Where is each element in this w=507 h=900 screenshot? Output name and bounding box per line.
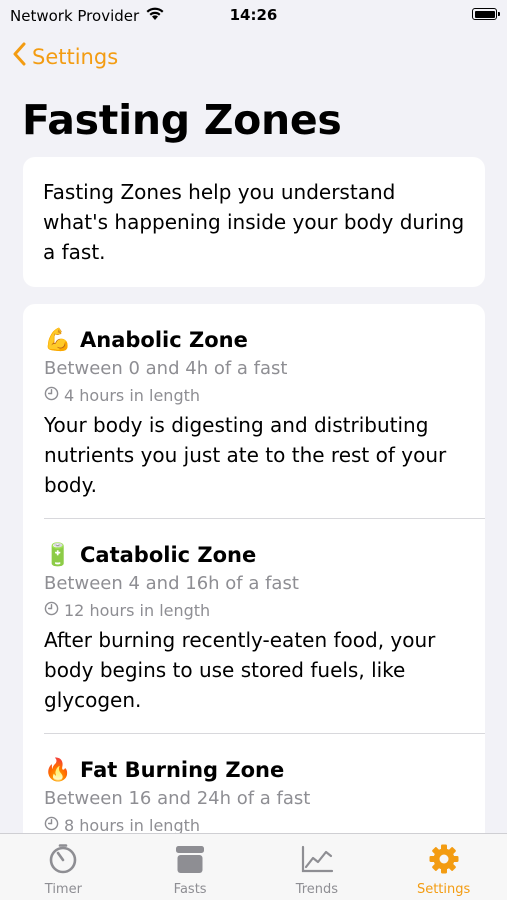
battery-icon xyxy=(472,8,500,20)
zone-name: Anabolic Zone xyxy=(80,328,248,352)
tab-bar: Timer Fasts Trends Settings xyxy=(0,833,507,900)
zone-length-label: 4 hours in length xyxy=(64,385,201,405)
battery-emoji-icon: 🔋 xyxy=(44,542,72,568)
tab-label: Timer xyxy=(44,882,82,897)
chevron-left-icon xyxy=(12,42,26,71)
tab-timer[interactable]: Timer xyxy=(0,834,127,900)
zone-length-label: 12 hours in length xyxy=(64,600,211,620)
zone-title: 🔥 Fat Burning Zone xyxy=(44,754,465,786)
chart-icon xyxy=(300,842,334,876)
clock-icon xyxy=(44,601,59,620)
tab-settings[interactable]: Settings xyxy=(380,834,507,900)
zone-description: Your body is digesting and distributing … xyxy=(44,413,447,497)
tab-trends[interactable]: Trends xyxy=(254,834,381,900)
page-title: Fasting Zones xyxy=(22,96,342,144)
zone-name: Fat Burning Zone xyxy=(80,758,285,782)
back-button-label: Settings xyxy=(32,44,119,69)
tab-fasts[interactable]: Fasts xyxy=(127,834,254,900)
zone-range: Between 16 and 24h of a fast xyxy=(44,788,311,809)
intro-text: Fasting Zones help you understand what's… xyxy=(43,180,465,264)
archive-box-icon xyxy=(173,842,207,876)
status-time: 14:26 xyxy=(229,6,278,24)
zone-item-fat-burning: 🔥 Fat Burning Zone Between 16 and 24h of… xyxy=(44,733,485,836)
zone-title: 💪 Anabolic Zone xyxy=(44,324,465,356)
tab-label: Fasts xyxy=(173,882,207,897)
flexed-biceps-icon: 💪 xyxy=(44,327,72,353)
status-bar: Network Provider 14:26 xyxy=(0,0,507,32)
battery-level xyxy=(474,10,495,18)
back-button[interactable]: Settings xyxy=(12,42,118,71)
stopwatch-icon xyxy=(46,842,80,876)
gear-icon xyxy=(427,842,461,876)
clock-icon xyxy=(44,386,59,405)
zone-length-label: 8 hours in length xyxy=(64,815,201,835)
zone-description: After burning recently-eaten food, your … xyxy=(44,628,436,712)
zone-item-catabolic: 🔋 Catabolic Zone Between 4 and 16h of a … xyxy=(44,518,485,733)
zone-name: Catabolic Zone xyxy=(80,543,257,567)
clock-icon xyxy=(44,816,59,835)
zones-card: 💪 Anabolic Zone Between 0 and 4h of a fa… xyxy=(23,304,485,864)
fire-icon: 🔥 xyxy=(44,757,72,783)
zone-item-anabolic: 💪 Anabolic Zone Between 0 and 4h of a fa… xyxy=(23,304,485,518)
zone-length: 4 hours in length xyxy=(44,384,465,406)
tab-label: Settings xyxy=(416,882,471,897)
zone-length: 12 hours in length xyxy=(44,599,465,621)
zone-range: Between 4 and 16h of a fast xyxy=(44,573,299,594)
tab-label: Trends xyxy=(295,882,339,897)
zone-title: 🔋 Catabolic Zone xyxy=(44,539,465,571)
zone-range: Between 0 and 4h of a fast xyxy=(44,358,288,379)
intro-card: Fasting Zones help you understand what's… xyxy=(23,157,485,287)
